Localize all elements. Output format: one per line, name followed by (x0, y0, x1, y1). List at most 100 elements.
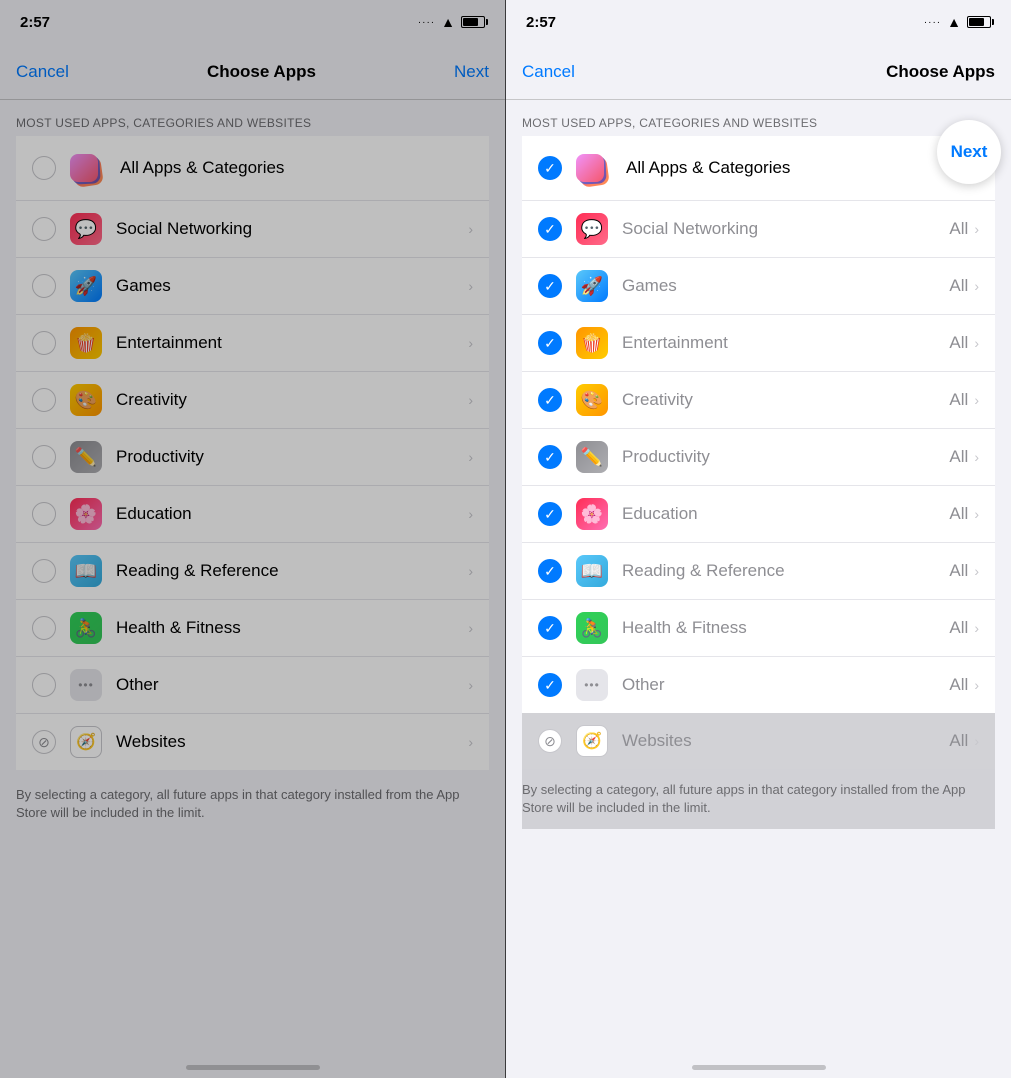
list-item-other-right[interactable]: ✓ ••• Other All › (522, 657, 995, 713)
checkbox-reading-right: ✓ (538, 559, 562, 583)
checkbox-all-left (32, 156, 56, 180)
list-item-education-left[interactable]: 🌸 Education › (16, 486, 489, 543)
list-item-entertainment-left[interactable]: 🍿 Entertainment › (16, 315, 489, 372)
chevron-health-right: › (974, 620, 979, 636)
chevron-other-right: › (974, 677, 979, 693)
next-button-left[interactable]: Next (454, 62, 489, 82)
icon-entertainment-left: 🍿 (70, 327, 102, 359)
footer-text-left: By selecting a category, all future apps… (0, 770, 505, 838)
checkbox-creativity-right: ✓ (538, 388, 562, 412)
chevron-creativity-right: › (974, 392, 979, 408)
icon-social-right: 💬 (576, 213, 608, 245)
label-all-right: All Apps & Categories (626, 158, 979, 178)
label-games-left: Games (116, 276, 468, 296)
list-item-websites-left[interactable]: ⊘ 🧭 Websites › (16, 714, 489, 770)
all-apps-icon-left (70, 150, 106, 186)
icon-education-left: 🌸 (70, 498, 102, 530)
list-item-games-right[interactable]: ✓ 🚀 Games All › (522, 258, 995, 315)
checkbox-social-left (32, 217, 56, 241)
all-text-creativity-right: All (949, 390, 968, 410)
list-item-all-left[interactable]: All Apps & Categories (16, 136, 489, 200)
icon-social-left: 💬 (70, 213, 102, 245)
list-item-creativity-left[interactable]: 🎨 Creativity › (16, 372, 489, 429)
status-time-left: 2:57 (20, 14, 50, 31)
icon-health-left: 🚴 (70, 612, 102, 644)
list-item-all-right[interactable]: ✓ All Apps & Categories (522, 136, 995, 200)
chevron-education-right: › (974, 506, 979, 522)
list-item-social-left[interactable]: 💬 Social Networking › (16, 201, 489, 258)
home-bar-left (186, 1065, 320, 1070)
scroll-area-right: MOST USED APPS, CATEGORIES AND WEBSITES … (506, 100, 1011, 1044)
label-reading-left: Reading & Reference (116, 561, 468, 581)
label-social-right: Social Networking (622, 219, 949, 239)
label-other-left: Other (116, 675, 468, 695)
cancel-button-left[interactable]: Cancel (16, 62, 69, 82)
cancel-button-right[interactable]: Cancel (522, 62, 575, 82)
status-bar-right: 2:57 ···· ▲ (506, 0, 1011, 44)
chevron-social-left: › (468, 221, 473, 237)
list-item-entertainment-right[interactable]: ✓ 🍿 Entertainment All › (522, 315, 995, 372)
checkbox-other-left (32, 673, 56, 697)
list-item-other-left[interactable]: ••• Other › (16, 657, 489, 714)
chevron-reading-right: › (974, 563, 979, 579)
checkbox-entertainment-right: ✓ (538, 331, 562, 355)
category-list-right: ✓ 💬 Social Networking All › ✓ 🚀 Games Al… (522, 201, 995, 713)
icon-games-left: 🚀 (70, 270, 102, 302)
chevron-websites-left: › (468, 734, 473, 750)
label-websites-right: Websites (622, 731, 949, 751)
list-item-productivity-right[interactable]: ✓ ✏️ Productivity All › (522, 429, 995, 486)
list-item-games-left[interactable]: 🚀 Games › (16, 258, 489, 315)
checkbox-all-right: ✓ (538, 156, 562, 180)
icon-creativity-left: 🎨 (70, 384, 102, 416)
list-item-reading-right[interactable]: ✓ 📖 Reading & Reference All › (522, 543, 995, 600)
checkbox-games-right: ✓ (538, 274, 562, 298)
checkbox-other-right: ✓ (538, 673, 562, 697)
left-panel: 2:57 ···· ▲ Cancel Choose Apps Next MOST… (0, 0, 505, 1078)
battery-icon-right (967, 16, 991, 28)
label-productivity-left: Productivity (116, 447, 468, 467)
chevron-entertainment-right: › (974, 335, 979, 351)
all-apps-icon-right (576, 150, 612, 186)
scroll-area-left: MOST USED APPS, CATEGORIES AND WEBSITES … (0, 100, 505, 1044)
icon-games-right: 🚀 (576, 270, 608, 302)
list-item-social-right[interactable]: ✓ 💬 Social Networking All › (522, 201, 995, 258)
home-indicator-left (0, 1044, 505, 1078)
all-text-social-right: All (949, 219, 968, 239)
checkbox-websites-left: ⊘ (32, 730, 56, 754)
next-button-right[interactable]: Next (937, 120, 1001, 184)
label-creativity-left: Creativity (116, 390, 468, 410)
list-item-health-right[interactable]: ✓ 🚴 Health & Fitness All › (522, 600, 995, 657)
chevron-health-left: › (468, 620, 473, 636)
list-item-productivity-left[interactable]: ✏️ Productivity › (16, 429, 489, 486)
label-websites-left: Websites (116, 732, 468, 752)
list-item-creativity-right[interactable]: ✓ 🎨 Creativity All › (522, 372, 995, 429)
checkbox-health-left (32, 616, 56, 640)
icon-productivity-left: ✏️ (70, 441, 102, 473)
right-panel: 2:57 ···· ▲ Cancel Choose Apps Next MOST… (505, 0, 1011, 1078)
nav-bar-left: Cancel Choose Apps Next (0, 44, 505, 100)
label-social-left: Social Networking (116, 219, 468, 239)
checkbox-productivity-left (32, 445, 56, 469)
list-item-reading-left[interactable]: 📖 Reading & Reference › (16, 543, 489, 600)
section-header-right: MOST USED APPS, CATEGORIES AND WEBSITES (506, 100, 1011, 136)
all-text-reading-right: All (949, 561, 968, 581)
all-text-education-right: All (949, 504, 968, 524)
chevron-social-right: › (974, 221, 979, 237)
chevron-reading-left: › (468, 563, 473, 579)
label-productivity-right: Productivity (622, 447, 949, 467)
label-other-right: Other (622, 675, 949, 695)
checkbox-creativity-left (32, 388, 56, 412)
chevron-education-left: › (468, 506, 473, 522)
checkbox-entertainment-left (32, 331, 56, 355)
label-games-right: Games (622, 276, 949, 296)
label-health-left: Health & Fitness (116, 618, 468, 638)
list-item-education-right[interactable]: ✓ 🌸 Education All › (522, 486, 995, 543)
all-text-games-right: All (949, 276, 968, 296)
signal-icon-right: ···· (924, 17, 941, 28)
label-education-right: Education (622, 504, 949, 524)
icon-websites-right: 🧭 (576, 725, 608, 757)
list-item-health-left[interactable]: 🚴 Health & Fitness › (16, 600, 489, 657)
chevron-websites-right: › (974, 733, 979, 749)
list-item-websites-right[interactable]: ⊘ 🧭 Websites All › (522, 713, 995, 769)
chevron-games-left: › (468, 278, 473, 294)
